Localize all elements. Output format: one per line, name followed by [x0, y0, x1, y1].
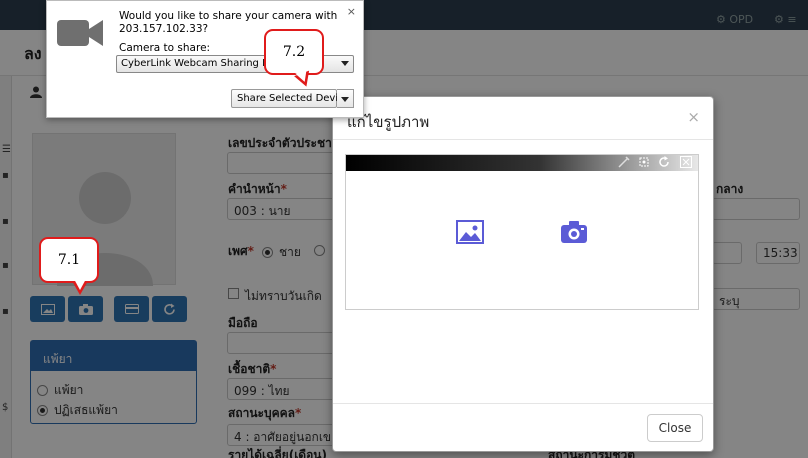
modal-close-button[interactable]: Close	[647, 414, 703, 442]
video-camera-icon	[57, 20, 103, 46]
prompt-close-icon[interactable]: ×	[347, 5, 356, 18]
modal-divider	[333, 403, 713, 404]
callout-tail	[72, 279, 88, 295]
camera-select-label: Camera to share:	[119, 42, 211, 54]
share-options-dropdown[interactable]	[337, 89, 354, 108]
callout-7-2: 7.2	[264, 29, 324, 75]
editor-toolbar	[346, 155, 698, 171]
share-selected-device-button[interactable]: Share Selected Device	[231, 89, 350, 108]
modal-divider	[333, 139, 713, 140]
rotate-icon[interactable]	[658, 156, 670, 168]
crop-icon[interactable]	[638, 156, 650, 168]
fullscreen-icon[interactable]	[680, 156, 692, 168]
modal-close-icon[interactable]: ×	[687, 108, 700, 126]
select-image-icon[interactable]	[456, 220, 484, 244]
callout-7-1: 7.1	[39, 237, 99, 283]
draw-icon[interactable]	[618, 156, 630, 168]
prompt-message-line: Would you like to share your camera with	[119, 10, 338, 22]
capture-camera-icon[interactable]	[560, 220, 588, 244]
chevron-down-icon	[341, 61, 349, 66]
image-editor	[345, 154, 699, 310]
edit-photo-modal: แก้ไขรูปภาพ × Close	[332, 96, 714, 452]
